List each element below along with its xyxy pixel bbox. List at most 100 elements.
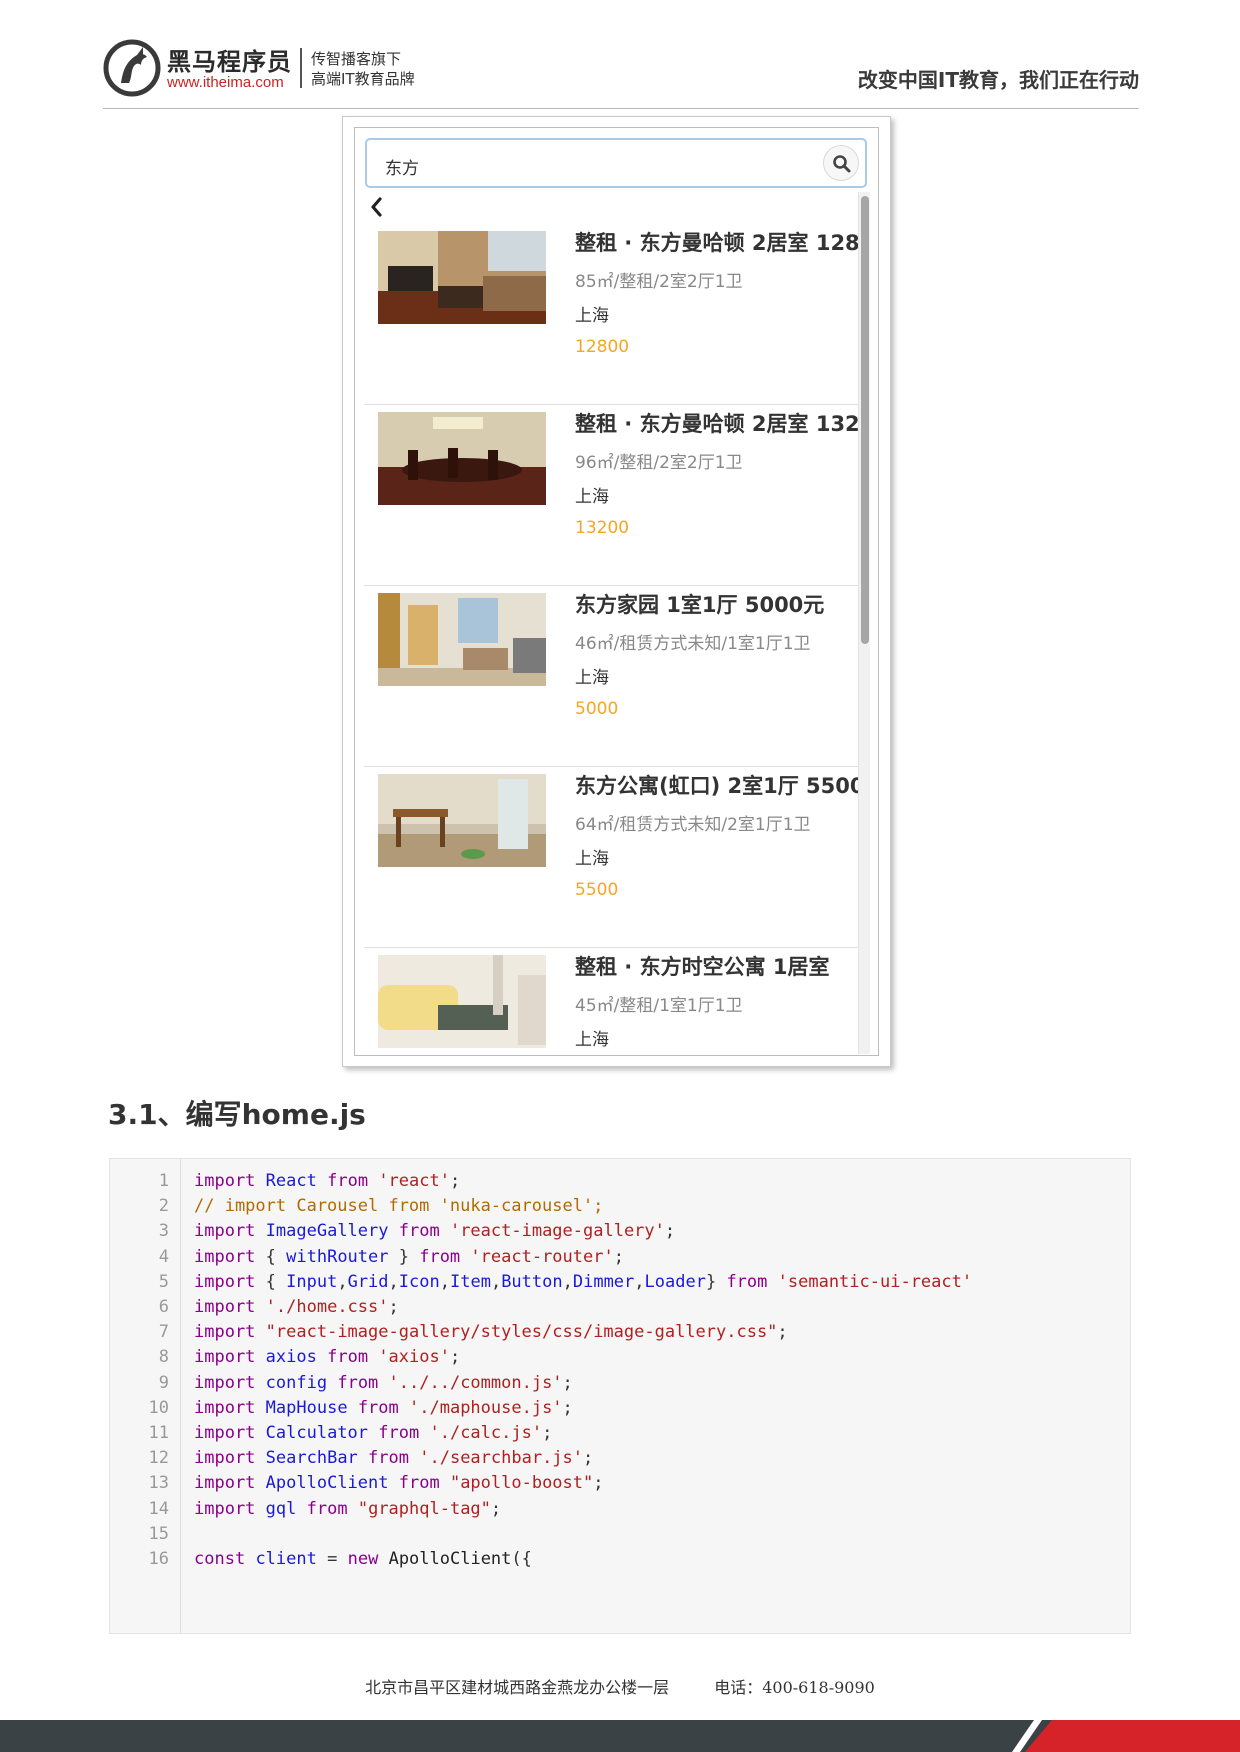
code-token: import [194, 1171, 256, 1191]
code-line: 6 import './home.css'; [110, 1293, 1130, 1321]
code-line: 4 import { withRouter } from 'react-route… [110, 1243, 1130, 1271]
code-text: import "react-image-gallery/styles/css/i… [194, 1318, 788, 1346]
listing-price: 5000 [575, 699, 619, 719]
code-text: const client = new ApolloClient({ [194, 1545, 532, 1573]
code-token: from [327, 1171, 369, 1191]
listing-city: 上海 [575, 487, 609, 507]
code-token: import [194, 1473, 256, 1494]
line-number: 2 [158, 1196, 169, 1217]
code-token: // import Carousel from 'nuka-carousel'; [194, 1196, 604, 1217]
list-item[interactable]: 整租 · 东方曼哈顿 2居室 13200元 96㎡/整租/2室2厅1卫 上海 1… [364, 405, 858, 586]
chevron-left-icon[interactable] [365, 194, 389, 220]
code-line: 1 import React from 'react'; [110, 1167, 1130, 1195]
code-token: from [378, 1423, 420, 1443]
code-line: 11 import Calculator from './calc.js'; [110, 1419, 1130, 1447]
list-scrollbar[interactable] [858, 192, 870, 1054]
listing-price: 12800 [575, 337, 630, 357]
code-token: MapHouse [265, 1397, 348, 1418]
code-text: import gql from "graphql-tag"; [194, 1495, 501, 1523]
code-token: './searchbar.js' [419, 1448, 584, 1469]
code-token: ; [664, 1221, 676, 1242]
listing-meta: 85㎡/整租/2室2厅1卫 [575, 272, 743, 292]
code-token: './home.css' [265, 1297, 389, 1317]
code-token: , [388, 1271, 399, 1292]
code-token: 'react' [378, 1171, 450, 1191]
code-token: from [357, 1397, 399, 1418]
code-token: axios [265, 1347, 317, 1368]
code-token: 'semantic-ui-react' [777, 1271, 973, 1292]
listing-city: 上海 [575, 668, 609, 688]
code-token: import [194, 1246, 256, 1267]
search-button[interactable] [823, 145, 859, 181]
app-screenshot-frame: 东方 整租 · 东方曼哈顿 2居室 128 85㎡/整租/2室2厅1卫 上海 1… [342, 116, 891, 1067]
listing-meta: 46㎡/租赁方式未知/1室1厅1卫 [575, 634, 811, 654]
code-line: 15 [110, 1520, 1130, 1548]
code-token: import [194, 1271, 256, 1292]
code-token: ; [593, 1473, 604, 1494]
code-token: ApolloClient [388, 1549, 512, 1569]
brand-divider [300, 48, 302, 88]
listing-meta: 64㎡/租赁方式未知/2室1厅1卫 [575, 815, 811, 835]
scrollbar-thumb[interactable] [861, 196, 869, 644]
code-text: import axios from 'axios'; [194, 1343, 460, 1371]
code-text: import SearchBar from './searchbar.js'; [194, 1444, 593, 1472]
code-token: ; [562, 1372, 573, 1393]
list-item[interactable]: 整租 · 东方时空公寓 1居室 45㎡/整租/1室1厅1卫 上海 [364, 948, 858, 1055]
search-input[interactable]: 东方 [365, 138, 867, 188]
list-item[interactable]: 东方公寓(虹口) 2室1厅 5500元 64㎡/租赁方式未知/2室1厅1卫 上海… [364, 767, 858, 948]
header-slogan: 改变中国IT教育，我们正在行动 [857, 68, 1139, 92]
list-item[interactable]: 东方家园 1室1厅 5000元 46㎡/租赁方式未知/1室1厅1卫 上海 500… [364, 586, 858, 767]
code-token: ; [490, 1498, 502, 1519]
code-token: from [306, 1498, 348, 1519]
code-token: Item [449, 1271, 491, 1292]
code-token: import [194, 1423, 256, 1443]
code-token: Input [286, 1271, 338, 1292]
code-line: 7 import "react-image-gallery/styles/css/… [110, 1318, 1130, 1346]
footer-contact: 北京市昌平区建材城西路金燕龙办公楼一层 电话：400-618-9090 [0, 1674, 1240, 1698]
code-text: import MapHouse from './maphouse.js'; [194, 1394, 573, 1422]
listing-city: 上海 [575, 1030, 609, 1050]
code-token: './maphouse.js' [409, 1397, 563, 1418]
listing-photo [378, 774, 546, 867]
footer-accent [1025, 1720, 1240, 1752]
code-token: Calculator [265, 1423, 369, 1443]
code-token: '../../common.js' [388, 1372, 563, 1393]
list-item[interactable]: 整租 · 东方曼哈顿 2居室 12800元 85㎡/整租/2室2厅1卫 上海 1… [364, 224, 858, 405]
code-token: = [327, 1549, 338, 1569]
listing-photo [378, 593, 546, 686]
code-token: } [388, 1246, 420, 1267]
footer-address: 北京市昌平区建材城西路金燕龙办公楼一层 [365, 1678, 670, 1697]
code-token: "apollo-boost" [449, 1473, 594, 1494]
code-token: , [634, 1271, 645, 1292]
code-token: config [265, 1372, 328, 1393]
line-number: 7 [158, 1322, 169, 1343]
section-heading: 3.1、编写home.js [108, 1098, 366, 1131]
footer-bar [0, 1720, 1240, 1752]
listing-city: 上海 [575, 306, 609, 326]
code-text: import { Input,Grid,Icon,Item,Button,Dim… [194, 1268, 972, 1296]
brand-tagline-1: 传智播客旗下 [311, 50, 402, 68]
listing-meta: 96㎡/整租/2室2厅1卫 [575, 453, 743, 473]
listing-meta: 45㎡/整租/1室1厅1卫 [575, 996, 743, 1016]
code-token: } [705, 1271, 727, 1292]
code-line: 10 import MapHouse from './maphouse.js'; [110, 1394, 1130, 1422]
code-line: 3 import ImageGallery from 'react-image-g… [110, 1217, 1130, 1245]
line-number: 16 [148, 1549, 169, 1569]
code-text: import ImageGallery from 'react-image-ga… [194, 1217, 675, 1245]
code-token: React [265, 1171, 317, 1191]
code-line: 12 import SearchBar from './searchbar.js'… [110, 1444, 1130, 1472]
code-token: import [194, 1498, 256, 1519]
